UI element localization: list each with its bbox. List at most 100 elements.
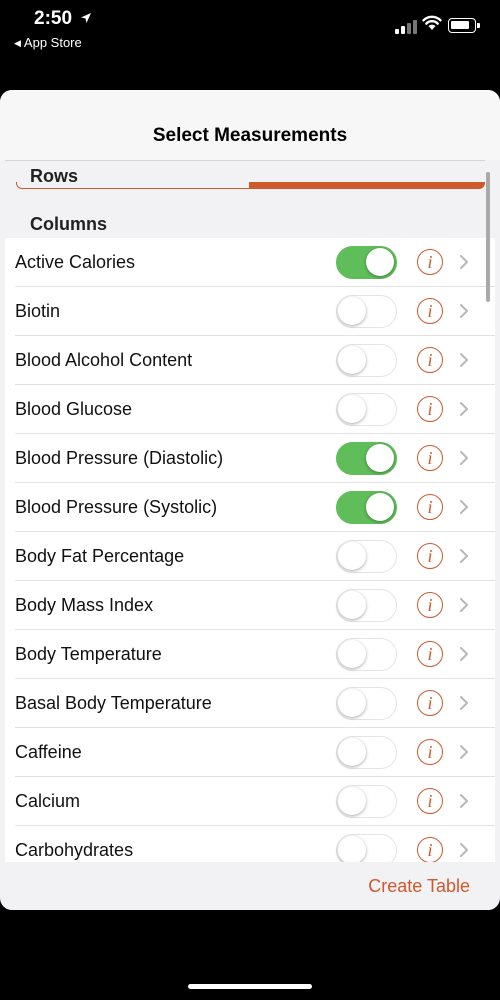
measurement-toggle[interactable] (336, 589, 397, 622)
measurement-row[interactable]: Blood Alcohol Content i (5, 336, 495, 385)
chevron-right-icon[interactable] (459, 548, 469, 564)
sheet-title-bar: Select Measurements (0, 90, 500, 160)
measurement-toggle[interactable] (336, 834, 397, 862)
measurement-toggle[interactable] (336, 344, 397, 377)
measurement-label: Active Calories (15, 252, 136, 272)
measurement-toggle[interactable] (336, 442, 397, 475)
battery-icon (448, 18, 480, 33)
page-title: Select Measurements (152, 125, 348, 146)
chevron-right-icon[interactable] (459, 401, 469, 417)
measurement-row[interactable]: Carbohydrates i (5, 826, 495, 862)
toggle-knob (366, 248, 394, 276)
info-icon[interactable]: i (417, 543, 443, 569)
measurement-toggle[interactable] (336, 246, 397, 279)
measurement-row[interactable]: Biotin i (5, 287, 495, 336)
cellular-signal-icon (395, 20, 417, 34)
measurement-label: Body Temperature (15, 644, 162, 664)
info-icon[interactable]: i (417, 249, 443, 275)
toggle-knob (366, 444, 394, 472)
measurement-row[interactable]: Body Temperature i (5, 630, 495, 679)
info-icon[interactable]: i (417, 739, 443, 765)
toggle-knob (338, 787, 366, 815)
back-triangle-icon: ◀ (14, 38, 21, 48)
info-icon[interactable]: i (417, 837, 443, 862)
chevron-right-icon[interactable] (459, 499, 469, 515)
info-icon[interactable]: i (417, 445, 443, 471)
info-icon[interactable]: i (417, 347, 443, 373)
chevron-right-icon[interactable] (459, 450, 469, 466)
chevron-right-icon[interactable] (459, 254, 469, 270)
measurement-label: Caffeine (15, 742, 82, 762)
select-measurements-sheet: Select Measurements Rows Columns Active … (0, 90, 500, 910)
toggle-knob (338, 689, 366, 717)
measurement-row[interactable]: Active Calories i (5, 238, 495, 287)
measurement-label: Blood Pressure (Diastolic) (15, 448, 224, 468)
measurement-toggle[interactable] (336, 736, 397, 769)
measurement-label: Body Mass Index (15, 595, 154, 615)
back-app-label: App Store (23, 35, 82, 50)
measurement-toggle[interactable] (336, 295, 397, 328)
measurement-toggle[interactable] (336, 393, 397, 426)
wifi-icon (422, 15, 442, 30)
columns-header-label: Columns (30, 214, 108, 234)
sheet-footer: Create Table (5, 862, 495, 910)
columns-section-header: Columns (5, 208, 495, 238)
chevron-right-icon[interactable] (459, 842, 469, 858)
measurement-toggle[interactable] (336, 687, 397, 720)
info-icon[interactable]: i (417, 592, 443, 618)
toggle-knob (338, 542, 366, 570)
measurement-toggle[interactable] (336, 785, 397, 818)
measurement-label: Blood Pressure (Systolic) (15, 497, 218, 517)
toggle-knob (338, 738, 366, 766)
toggle-knob (338, 297, 366, 325)
rows-segmented-control[interactable] (16, 182, 485, 190)
toggle-knob (338, 836, 366, 862)
chevron-right-icon[interactable] (459, 793, 469, 809)
home-indicator[interactable] (188, 984, 312, 989)
scroll-indicator[interactable] (486, 172, 490, 302)
measurement-row[interactable]: Blood Pressure (Systolic) i (5, 483, 495, 532)
info-icon[interactable]: i (417, 788, 443, 814)
chevron-right-icon[interactable] (459, 352, 469, 368)
measurement-label: Biotin (15, 301, 61, 321)
create-table-button[interactable]: Create Table (368, 876, 470, 897)
measurement-row[interactable]: Calcium i (5, 777, 495, 826)
toggle-knob (338, 640, 366, 668)
segment-right-selected[interactable] (249, 182, 485, 189)
measurement-toggle[interactable] (336, 540, 397, 573)
info-icon[interactable]: i (417, 494, 443, 520)
measurement-label: Calcium (15, 791, 81, 811)
chevron-right-icon[interactable] (459, 303, 469, 319)
toggle-knob (338, 591, 366, 619)
measurement-label: Blood Glucose (15, 399, 133, 419)
measurement-toggle[interactable] (336, 491, 397, 524)
measurement-toggle[interactable] (336, 638, 397, 671)
info-icon[interactable]: i (417, 690, 443, 716)
toggle-knob (366, 493, 394, 521)
measurement-row[interactable]: Blood Pressure (Diastolic) i (5, 434, 495, 483)
info-icon[interactable]: i (417, 396, 443, 422)
back-to-app-store-link[interactable]: ◀ App Store (14, 35, 82, 50)
measurement-row[interactable]: Body Mass Index i (5, 581, 495, 630)
segment-left[interactable] (16, 182, 250, 189)
measurement-label: Carbohydrates (15, 840, 134, 860)
measurement-label: Basal Body Temperature (15, 693, 212, 713)
measurement-label: Body Fat Percentage (15, 546, 185, 566)
info-icon[interactable]: i (417, 641, 443, 667)
measurement-row[interactable]: Blood Glucose i (5, 385, 495, 434)
chevron-right-icon[interactable] (459, 744, 469, 760)
chevron-right-icon[interactable] (459, 646, 469, 662)
info-icon[interactable]: i (417, 298, 443, 324)
location-arrow-icon (81, 13, 91, 23)
toggle-knob (338, 346, 366, 374)
chevron-right-icon[interactable] (459, 597, 469, 613)
measurement-row[interactable]: Caffeine i (5, 728, 495, 777)
toggle-knob (338, 395, 366, 423)
measurements-list[interactable]: Active Calories i Biotin i Blood Alcohol Con… (5, 238, 495, 862)
chevron-right-icon[interactable] (459, 695, 469, 711)
measurement-row[interactable]: Basal Body Temperature i (5, 679, 495, 728)
measurement-label: Blood Alcohol Content (15, 350, 193, 370)
status-bar: 2:50 ◀ App Store (0, 0, 500, 60)
status-time: 2:50 (34, 8, 73, 29)
measurement-row[interactable]: Body Fat Percentage i (5, 532, 495, 581)
